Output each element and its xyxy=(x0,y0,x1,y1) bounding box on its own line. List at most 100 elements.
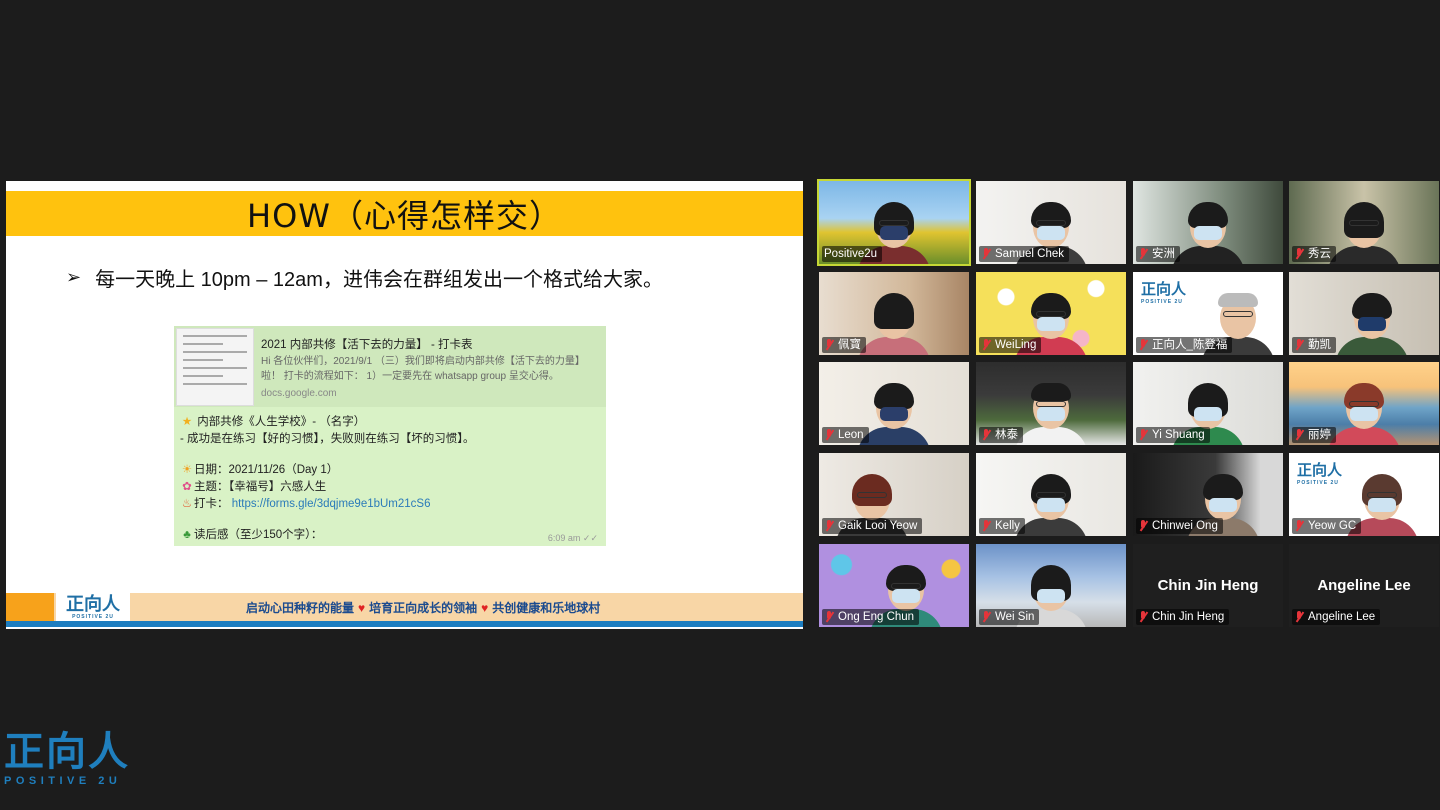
participant-display-name: Chin Jin Heng xyxy=(1157,577,1259,594)
link-preview: 2021 内部共修【活下去的力量】 - 打卡表 Hi 各位伙伴们，2021/9/… xyxy=(174,326,606,407)
participant-name: Ong Eng Chun xyxy=(838,611,915,623)
participant-nameplate: Ong Eng Chun xyxy=(822,609,920,625)
chat-timestamp: 6:09 am ✓✓ xyxy=(547,533,598,543)
logo-cn: 正向人 xyxy=(1297,462,1343,479)
positive2u-logo: 正向人 POSITIVE 2U xyxy=(1141,278,1186,305)
participant-name: 佩寶 xyxy=(838,339,861,351)
participant-tile[interactable]: Angeline Lee Angeline Lee xyxy=(1289,544,1439,627)
participant-name: Samuel Chek xyxy=(995,248,1065,260)
participant-nameplate: Chin Jin Heng xyxy=(1136,609,1230,625)
flower-icon: ✿ xyxy=(182,481,192,493)
slogan-part-3: 共创健康和乐地球村 xyxy=(492,601,601,615)
participant-tile[interactable]: Positive2u xyxy=(817,179,971,266)
slide-title: HOW（心得怎样交） xyxy=(247,196,562,235)
logo-en: POSITIVE 2U xyxy=(1297,480,1339,486)
mic-muted-icon xyxy=(824,611,834,623)
sun-icon: ☀ xyxy=(181,464,193,476)
mic-muted-icon xyxy=(981,611,991,623)
participant-tile[interactable]: 丽婷 xyxy=(1289,362,1439,445)
logo-cn: 正向人 xyxy=(1141,281,1187,298)
mic-muted-icon xyxy=(981,339,991,351)
participant-tile[interactable]: Gaik Looi Yeow xyxy=(819,453,969,536)
arrow-bullet-icon: ➢ xyxy=(66,267,82,287)
participant-name: Yi Shuang xyxy=(1152,429,1205,441)
participant-nameplate: Gaik Looi Yeow xyxy=(822,518,923,534)
mic-muted-icon xyxy=(824,339,834,351)
participant-tile[interactable]: 勤凯 xyxy=(1289,272,1439,355)
link-thumbnail xyxy=(176,328,254,406)
participant-tile[interactable]: Kelly xyxy=(976,453,1126,536)
participant-tile[interactable]: 佩寶 xyxy=(819,272,969,355)
participant-name: WeiLing xyxy=(995,339,1037,351)
participant-name: 丽婷 xyxy=(1308,429,1331,441)
participant-name: Positive2u xyxy=(824,248,878,260)
participant-tile[interactable]: 林泰 xyxy=(976,362,1126,445)
chat-date: 日期：2021/11/26（Day 1） xyxy=(194,464,339,476)
chat-checkin-link[interactable]: https://forms.gle/3dqjme9e1bUm21cS6 xyxy=(232,498,431,510)
chat-line1: 内部共修《人生学校》- （名字） xyxy=(197,416,366,428)
heart-icon: ♥ xyxy=(481,601,489,615)
positive2u-corner-logo: 正向人 POSITIVE 2U xyxy=(4,730,134,792)
chat-checkin-label: 打卡： xyxy=(194,498,229,510)
participant-nameplate: 佩寶 xyxy=(822,337,866,353)
participant-tile[interactable]: Samuel Chek xyxy=(976,181,1126,264)
link-description: Hi 各位伙伴们，2021/9/1 （三）我们即将启动内部共修【活下去的力量】啦… xyxy=(261,356,585,382)
participant-name: 正向人_陈登福 xyxy=(1152,339,1228,351)
participant-tile[interactable]: Yi Shuang xyxy=(1133,362,1283,445)
shared-screen-slide: HOW（心得怎样交） ➢ 每一天晚上 10pm – 12am，进伟会在群组发出一… xyxy=(6,181,803,629)
participant-tile[interactable]: 秀云 xyxy=(1289,181,1439,264)
link-title: 2021 内部共修【活下去的力量】 - 打卡表 xyxy=(261,339,473,351)
corner-logo-cn: 正向人 xyxy=(4,730,130,774)
positive2u-logo: 正向人 POSITIVE 2U xyxy=(1297,459,1342,486)
participant-tile[interactable]: Ong Eng Chun xyxy=(819,544,969,627)
mic-muted-icon xyxy=(1294,429,1304,441)
mic-muted-icon xyxy=(1138,611,1148,623)
mic-muted-icon xyxy=(981,520,991,532)
participant-tile[interactable]: Leon xyxy=(819,362,969,445)
participant-nameplate: Yi Shuang xyxy=(1136,427,1210,443)
participant-tile[interactable]: 正向人 POSITIVE 2U 正向人_陈登福 xyxy=(1133,272,1283,355)
participant-name: Kelly xyxy=(995,520,1020,532)
heart-icon: ♥ xyxy=(358,601,366,615)
participant-nameplate: Chinwei Ong xyxy=(1136,518,1223,534)
participant-tile[interactable]: Wei Sin xyxy=(976,544,1126,627)
chat-topic: 主题：【幸福号】六感人生 xyxy=(194,481,327,493)
fire-icon: ♨ xyxy=(181,498,193,510)
participant-nameplate: WeiLing xyxy=(979,337,1042,353)
participant-name: 秀云 xyxy=(1308,248,1331,260)
logo-en: POSITIVE 2U xyxy=(1141,299,1183,305)
participant-name: Leon xyxy=(838,429,864,441)
slide-bullet: ➢ 每一天晚上 10pm – 12am，进伟会在群组发出一个格式给大家。 xyxy=(66,263,663,292)
mic-muted-icon xyxy=(824,520,834,532)
participant-nameplate: 丽婷 xyxy=(1292,427,1336,443)
participant-tile[interactable]: Chin Jin Heng Chin Jin Heng xyxy=(1133,544,1283,627)
participant-tile[interactable]: WeiLing xyxy=(976,272,1126,355)
participant-nameplate: Wei Sin xyxy=(979,609,1040,625)
chat-message-screenshot: 2021 内部共修【活下去的力量】 - 打卡表 Hi 各位伙伴们，2021/9/… xyxy=(174,326,606,546)
participant-name: Yeow GC xyxy=(1308,520,1357,532)
corner-logo-en: POSITIVE 2U xyxy=(4,775,122,787)
footer-logo: 正向人 POSITIVE 2U xyxy=(56,593,130,621)
mic-muted-icon xyxy=(1138,429,1148,441)
participant-tile[interactable]: 正向人 POSITIVE 2U Yeow GC xyxy=(1289,453,1439,536)
participant-nameplate: Positive2u xyxy=(822,246,883,262)
participant-name: Chinwei Ong xyxy=(1152,520,1218,532)
mic-muted-icon xyxy=(1138,339,1148,351)
participant-tile[interactable]: Chinwei Ong xyxy=(1133,453,1283,536)
participant-name: 安洲 xyxy=(1152,248,1175,260)
participant-nameplate: 正向人_陈登福 xyxy=(1136,337,1233,353)
star-icon: ★ xyxy=(181,416,193,428)
slide-bullet-text: 每一天晚上 10pm – 12am，进伟会在群组发出一个格式给大家。 xyxy=(95,269,663,291)
participant-nameplate: 林泰 xyxy=(979,427,1023,443)
clover-icon: ♣ xyxy=(183,529,191,541)
mic-muted-icon xyxy=(1138,248,1148,260)
mic-muted-icon xyxy=(1294,611,1304,623)
participant-name: Gaik Looi Yeow xyxy=(838,520,918,532)
participant-tile[interactable]: 安洲 xyxy=(1133,181,1283,264)
participant-name: Wei Sin xyxy=(995,611,1035,623)
participant-display-name: Angeline Lee xyxy=(1317,577,1411,594)
footer-logo-cn: 正向人 xyxy=(66,594,120,614)
slide-title-bar: HOW（心得怎样交） xyxy=(6,191,803,236)
mic-muted-icon xyxy=(824,429,834,441)
chat-reflection: 读后感（至少150个字）： xyxy=(194,529,323,541)
